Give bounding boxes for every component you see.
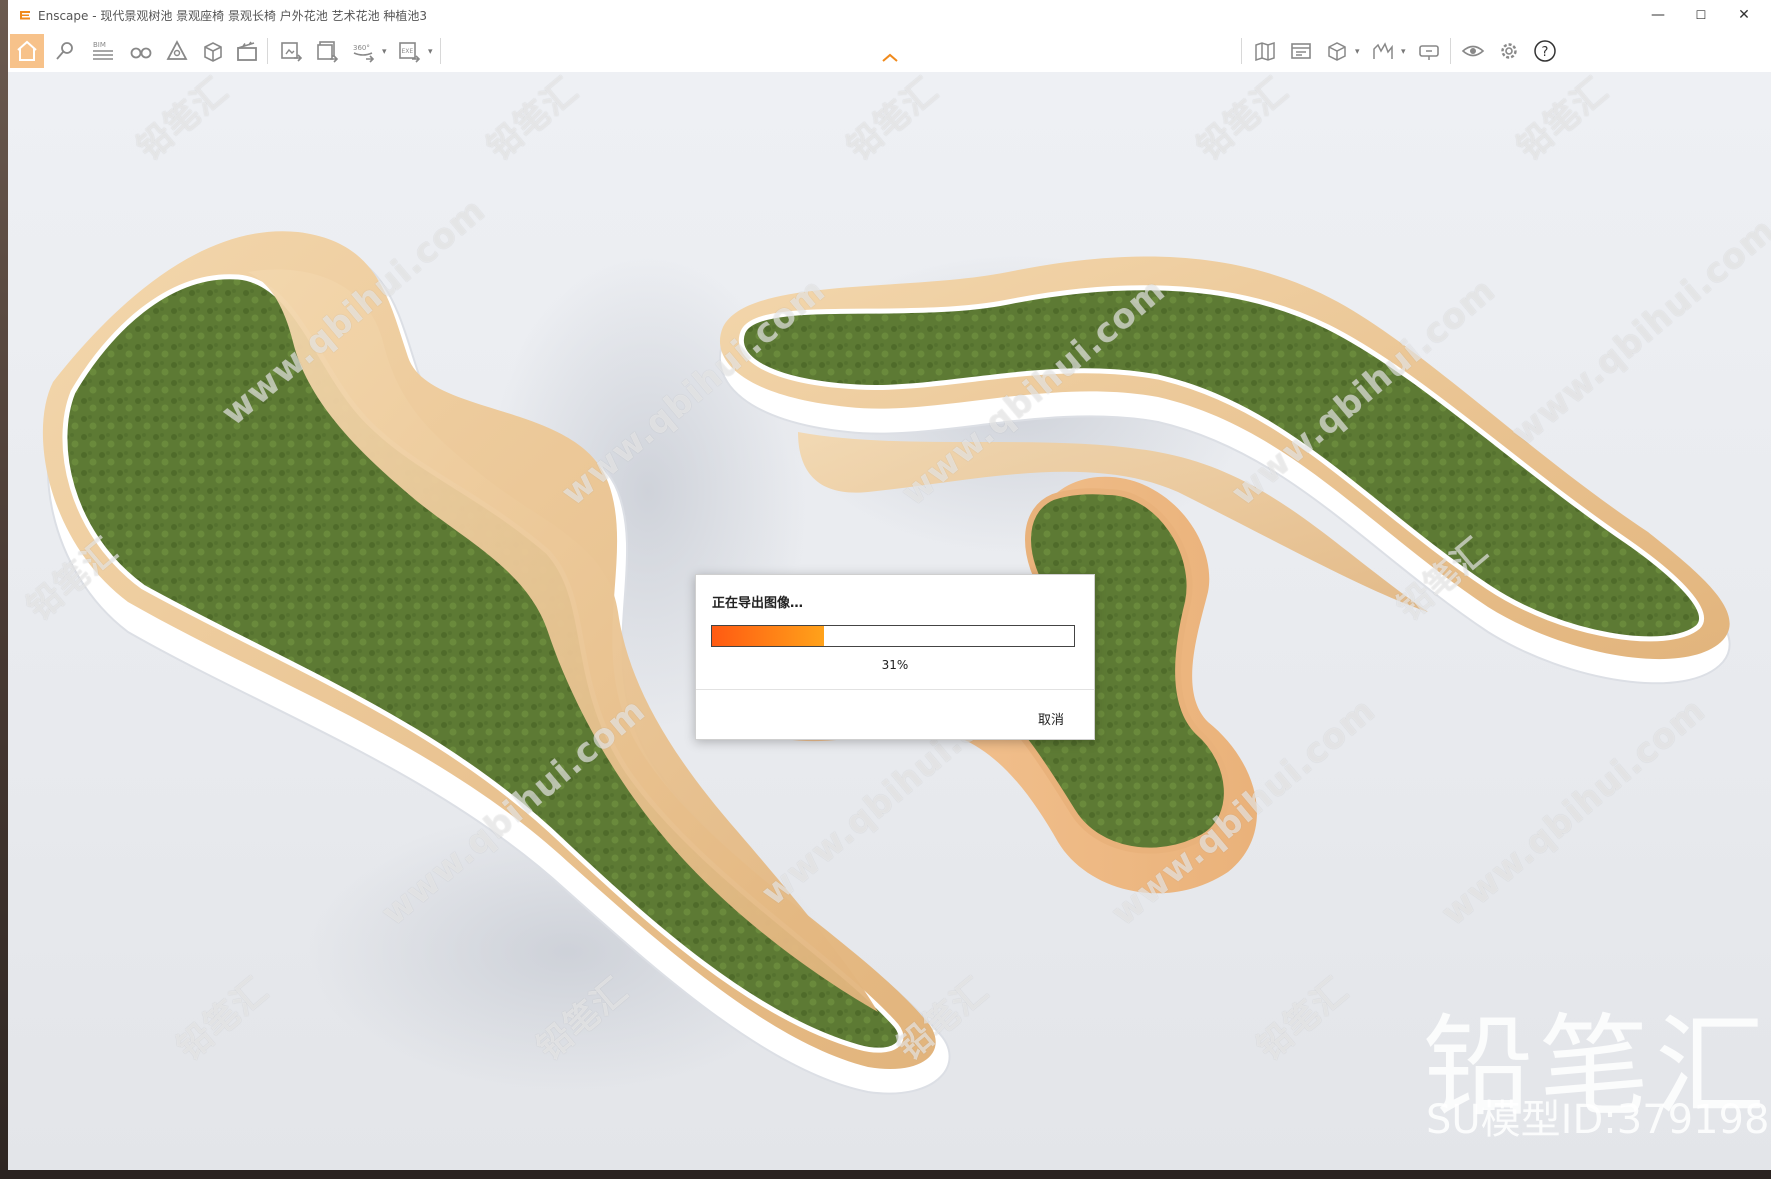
- material-button[interactable]: [160, 34, 194, 68]
- assets-dropdown-icon[interactable]: ▾: [1355, 47, 1360, 57]
- desktop-background-edge: [0, 0, 8, 1179]
- chart-dropdown-icon[interactable]: ▾: [1401, 47, 1406, 57]
- toolbar-separator: [1241, 38, 1242, 64]
- dialog-divider: [696, 689, 1094, 690]
- bim-button[interactable]: BIM: [86, 34, 120, 68]
- home-button[interactable]: [10, 34, 44, 68]
- toolbar-separator: [440, 38, 441, 64]
- eye-icon: [1461, 45, 1485, 57]
- location-button[interactable]: [48, 34, 82, 68]
- exe-dropdown-icon[interactable]: ▾: [428, 47, 433, 57]
- map-button[interactable]: [1248, 34, 1282, 68]
- desktop-background-bottom: [0, 1170, 1771, 1179]
- binoculars-button[interactable]: [124, 34, 158, 68]
- batch-export-button[interactable]: [310, 34, 344, 68]
- export-progress-dialog: 正在导出图像… 31% 取消: [695, 574, 1095, 740]
- svg-text:EXE: EXE: [402, 48, 414, 55]
- render-viewport[interactable]: 铅笔汇 铅笔汇 铅笔汇 铅笔汇 铅笔汇 www.qbihui.com www.q…: [8, 70, 1771, 1170]
- progress-fill: [712, 626, 825, 646]
- map-icon: [1255, 41, 1275, 62]
- material-icon: [166, 40, 188, 60]
- enscape-logo-icon: [20, 11, 30, 20]
- svg-text:360°: 360°: [353, 44, 370, 52]
- home-icon: [17, 40, 37, 61]
- screenshot-export-icon: [281, 42, 303, 62]
- exe-export-button[interactable]: EXE: [392, 34, 426, 68]
- panorama-export-button[interactable]: 360°: [346, 34, 380, 68]
- window-title: Enscape - 现代景观树池 景观座椅 景观长椅 户外花池 艺术花池 种植池…: [38, 9, 428, 23]
- title-bar[interactable]: Enscape - 现代景观树池 景观座椅 景观长椅 户外花池 艺术花池 种植池…: [8, 0, 1771, 30]
- settings-icon: [1501, 43, 1517, 59]
- minimize-button[interactable]: —: [1635, 0, 1681, 30]
- clapper-icon: [237, 41, 257, 61]
- vr-button[interactable]: [1412, 34, 1446, 68]
- help-icon: ?: [1534, 40, 1556, 62]
- exe-export-icon: EXE: [399, 42, 421, 63]
- views-button[interactable]: [196, 34, 230, 68]
- bim-icon: BIM: [93, 41, 113, 60]
- progress-percent: 31%: [881, 658, 909, 672]
- panorama-dropdown-icon[interactable]: ▾: [382, 47, 387, 57]
- svg-text:BIM: BIM: [93, 41, 106, 49]
- toolbar: BIM 360° ▾ EXE ▾ ▾ ▾ ?: [8, 30, 1771, 73]
- cube-icon: [1328, 42, 1346, 61]
- collapse-toolbar-chevron-icon[interactable]: [880, 52, 900, 64]
- svg-text:?: ?: [1542, 45, 1549, 60]
- chart-icon: [1373, 42, 1393, 59]
- gallery-icon: [1291, 43, 1311, 59]
- maximize-button[interactable]: ☐: [1678, 0, 1724, 30]
- batch-export-icon: [317, 41, 339, 63]
- panorama-export-icon: 360°: [353, 44, 375, 63]
- video-editor-button[interactable]: [230, 34, 264, 68]
- export-progress-bar: [711, 625, 1075, 647]
- visual-settings-button[interactable]: [1456, 34, 1490, 68]
- toolbar-separator: [267, 38, 268, 64]
- close-button[interactable]: ✕: [1721, 0, 1767, 30]
- screenshot-export-button[interactable]: [274, 34, 308, 68]
- binoculars-icon: [130, 47, 152, 59]
- gallery-button[interactable]: [1284, 34, 1318, 68]
- help-button[interactable]: ?: [1528, 34, 1562, 68]
- toolbar-separator: [1450, 38, 1451, 64]
- location-icon: [56, 42, 73, 60]
- settings-button[interactable]: [1492, 34, 1526, 68]
- enscape-window: Enscape - 现代景观树池 景观座椅 景观长椅 户外花池 艺术花池 种植池…: [8, 0, 1771, 1170]
- chart-button[interactable]: [1366, 34, 1400, 68]
- dialog-title: 正在导出图像…: [712, 596, 804, 611]
- assets-button[interactable]: [1320, 34, 1354, 68]
- vr-headset-icon: [1419, 45, 1439, 60]
- views-icon: [204, 42, 222, 62]
- cancel-button[interactable]: 取消: [1038, 709, 1064, 728]
- watermark-model-id: SU模型ID:379198: [1426, 1097, 1770, 1143]
